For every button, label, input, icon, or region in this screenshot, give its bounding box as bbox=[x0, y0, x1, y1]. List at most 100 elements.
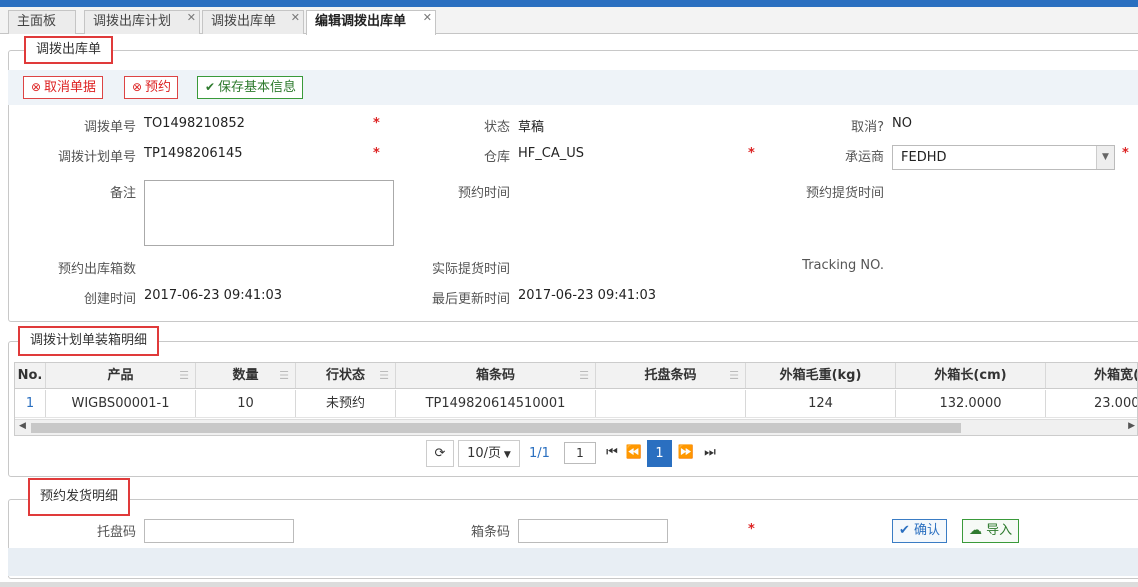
next-page-icon: ⏩ bbox=[677, 445, 695, 460]
footer-line bbox=[0, 582, 1138, 587]
page-input[interactable]: 1 bbox=[564, 442, 596, 464]
first-page-button[interactable]: ⏮ bbox=[602, 440, 622, 467]
refresh-icon: ⟳ bbox=[434, 446, 446, 461]
tab-edit-transfer-order[interactable]: 编辑调拨出库单 ✕ bbox=[306, 10, 436, 35]
caret-down-icon: ▼ bbox=[501, 450, 511, 460]
pallet-code-label: 托盘码 bbox=[96, 525, 136, 540]
chevron-down-icon[interactable]: ▼ bbox=[1096, 146, 1114, 169]
table-cell: WIGBS00001-1 bbox=[46, 390, 196, 417]
arrow-right-icon[interactable]: ▶ bbox=[1128, 421, 1135, 431]
box-code-input[interactable] bbox=[518, 519, 668, 543]
required-mark: * bbox=[748, 146, 755, 161]
save-basic-info-button[interactable]: ✔ 保存基本信息 bbox=[197, 76, 304, 99]
warehouse-value: HF_CA_US bbox=[518, 146, 584, 161]
column-header[interactable]: 数量 ☰ bbox=[196, 363, 296, 388]
transfer-no-value: TO1498210852 bbox=[144, 116, 245, 131]
column-header[interactable]: 托盘条码 ☰ bbox=[596, 363, 746, 388]
section-title: 调拨出库单 bbox=[24, 36, 114, 64]
close-icon[interactable]: ✕ bbox=[423, 7, 432, 29]
table-cell: 124 bbox=[746, 390, 896, 417]
actual-pickup-time-label: 实际提货时间 bbox=[431, 262, 510, 277]
tab-label: 编辑调拨出库单 bbox=[315, 14, 407, 29]
section-title: 调拨计划单装箱明细 bbox=[18, 326, 160, 356]
first-page-icon: ⏮ bbox=[606, 445, 618, 460]
check-icon: ✔ bbox=[899, 523, 910, 538]
check-icon: ✔ bbox=[204, 80, 216, 94]
current-page-button[interactable]: 1 bbox=[647, 440, 672, 467]
reserve-time-label: 预约时间 bbox=[457, 186, 510, 201]
required-mark: * bbox=[373, 116, 380, 131]
tab-main-panel[interactable]: 主面板 bbox=[8, 10, 76, 34]
column-header[interactable]: 行状态 ☰ bbox=[296, 363, 396, 388]
menu-icon[interactable]: ☰ bbox=[579, 363, 589, 389]
remark-label: 备注 bbox=[109, 186, 136, 201]
menu-icon[interactable]: ☰ bbox=[279, 363, 289, 389]
table-cell: 未预约 bbox=[296, 390, 396, 417]
page-size-select[interactable]: 10/页 ▼ bbox=[458, 440, 520, 467]
created-time-value: 2017-06-23 09:41:03 bbox=[144, 288, 283, 303]
prev-page-button[interactable]: ⏪ bbox=[624, 440, 644, 467]
stop-icon: ⊗ bbox=[131, 80, 143, 94]
tab-strip: 主面板 调拨出库计划 ✕ 调拨出库单 ✕ 编辑调拨出库单 ✕ bbox=[0, 7, 1138, 35]
tab-transfer-order[interactable]: 调拨出库单 ✕ bbox=[202, 10, 304, 34]
grid-header: No. 产品 ☰ 数量 ☰ 行状态 ☰ 箱条码 ☰ 托盘条码 ☰ 外箱毛重(kg) 外箱长… bbox=[15, 363, 1137, 389]
carrier-label: 承运商 bbox=[844, 150, 884, 165]
transfer-no-label: 调拨单号 bbox=[83, 120, 136, 135]
cancelled-label: 取消? bbox=[851, 120, 884, 135]
prev-page-icon: ⏪ bbox=[625, 445, 643, 460]
cancel-order-button[interactable]: ⊗ 取消单据 bbox=[23, 76, 104, 99]
cancelled-value: NO bbox=[892, 116, 912, 131]
warehouse-label: 仓库 bbox=[483, 150, 510, 165]
plan-no-label: 调拨计划单号 bbox=[57, 150, 136, 165]
carrier-select[interactable]: FEDHD ▼ bbox=[892, 145, 1115, 170]
pallet-code-input[interactable] bbox=[144, 519, 294, 543]
column-header[interactable]: No. bbox=[15, 363, 46, 388]
section-title: 预约发货明细 bbox=[28, 478, 131, 516]
remark-textarea[interactable] bbox=[144, 180, 394, 246]
toolbar: ⊗ 取消单据 ⊗ 预约 ✔ 保存基本信息 bbox=[8, 70, 1138, 105]
required-mark: * bbox=[1122, 146, 1129, 161]
next-page-button[interactable]: ⏩ bbox=[676, 440, 696, 467]
required-mark: * bbox=[373, 146, 380, 161]
arrow-left-icon[interactable]: ◀ bbox=[19, 421, 26, 431]
table-row[interactable]: 1 WIGBS00001-1 10 未预约 TP149820614510001 … bbox=[15, 390, 1137, 418]
tab-transfer-plan[interactable]: 调拨出库计划 ✕ bbox=[84, 10, 200, 34]
last-page-icon: ⏭ bbox=[704, 445, 716, 460]
bottom-bar bbox=[8, 548, 1138, 576]
menu-icon[interactable]: ☰ bbox=[379, 363, 389, 389]
updated-time-label: 最后更新时间 bbox=[431, 292, 510, 307]
last-page-button[interactable]: ⏭ bbox=[700, 440, 720, 467]
reserve-pickup-time-label: 预约提货时间 bbox=[805, 186, 884, 201]
column-header[interactable]: 外箱毛重(kg) bbox=[746, 363, 896, 388]
stop-icon: ⊗ bbox=[30, 80, 42, 94]
import-button[interactable]: ☁ 导入 bbox=[962, 519, 1020, 543]
created-time-label: 创建时间 bbox=[83, 292, 136, 307]
table-cell: 132.0000 bbox=[896, 390, 1046, 417]
reserve-box-count-label: 预约出库箱数 bbox=[57, 262, 136, 277]
updated-time-value: 2017-06-23 09:41:03 bbox=[518, 288, 657, 303]
menu-icon[interactable]: ☰ bbox=[729, 363, 739, 389]
scrollbar-thumb[interactable] bbox=[31, 423, 961, 433]
menu-icon[interactable]: ☰ bbox=[179, 363, 189, 389]
tab-label: 调拨出库计划 bbox=[93, 14, 172, 29]
column-header[interactable]: 外箱长(cm) bbox=[896, 363, 1046, 388]
table-cell: TP149820614510001 bbox=[396, 390, 596, 417]
packing-grid: No. 产品 ☰ 数量 ☰ 行状态 ☰ 箱条码 ☰ 托盘条码 ☰ 外箱毛重(kg) 外箱长… bbox=[14, 362, 1138, 436]
tracking-no-label: Tracking NO. bbox=[802, 258, 884, 273]
table-cell: 1 bbox=[15, 390, 46, 417]
column-header[interactable]: 产品 ☰ bbox=[46, 363, 196, 388]
column-header[interactable]: 箱条码 ☰ bbox=[396, 363, 596, 388]
tab-label: 调拨出库单 bbox=[211, 14, 277, 29]
top-bar bbox=[0, 0, 1138, 7]
confirm-button[interactable]: ✔ 确认 bbox=[892, 519, 948, 543]
close-icon[interactable]: ✕ bbox=[187, 7, 196, 29]
plan-no-value: TP1498206145 bbox=[144, 146, 243, 161]
horizontal-scrollbar[interactable]: ◀ ▶ bbox=[15, 419, 1137, 435]
column-header[interactable]: 外箱宽(c bbox=[1046, 363, 1137, 388]
close-icon[interactable]: ✕ bbox=[291, 7, 300, 29]
tab-label: 主面板 bbox=[17, 14, 57, 29]
refresh-button[interactable]: ⟳ bbox=[426, 440, 454, 467]
table-cell: 10 bbox=[196, 390, 296, 417]
reserve-button[interactable]: ⊗ 预约 bbox=[124, 76, 179, 99]
table-cell bbox=[596, 390, 746, 417]
